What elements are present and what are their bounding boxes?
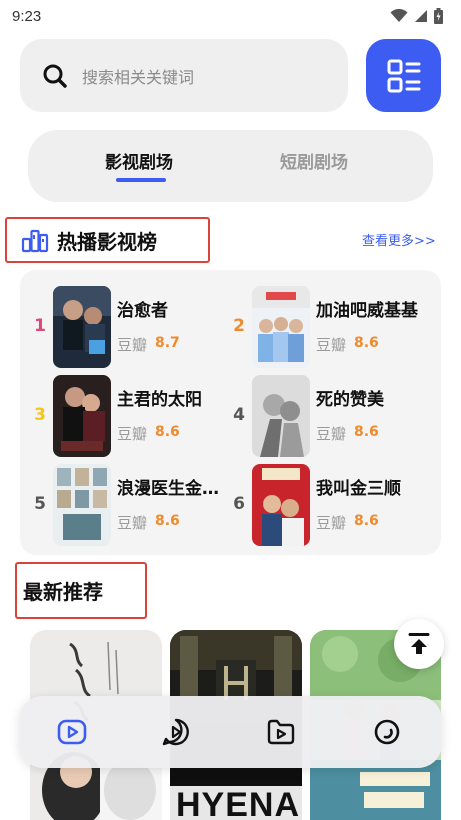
tab-active-indicator xyxy=(116,178,166,182)
status-icons xyxy=(390,8,443,24)
search-input[interactable]: 搜索相关关键词 xyxy=(20,39,348,112)
video-icon xyxy=(57,719,87,745)
category-menu-button[interactable] xyxy=(366,39,441,112)
bottom-navigation xyxy=(19,696,442,768)
rank-title: 浪漫医生金师傅 xyxy=(117,479,235,499)
rank-score: 8.7 xyxy=(155,335,180,351)
see-more-link[interactable]: 查看更多>> xyxy=(362,230,436,249)
ranking-item[interactable]: 4 死的赞美 豆瓣 8.6 xyxy=(227,375,427,457)
rank-number: 4 xyxy=(233,405,245,425)
tab-short-drama-theater[interactable]: 短剧剧场 xyxy=(280,148,348,173)
rank-number: 1 xyxy=(34,316,46,336)
circle-icon xyxy=(374,719,400,745)
play-bubble-icon xyxy=(162,718,189,746)
arrow-up-to-top-icon xyxy=(408,633,430,654)
rank-source: 豆瓣 xyxy=(316,514,347,532)
poster-image xyxy=(53,286,111,368)
poster-image xyxy=(53,375,111,457)
chart-bars-icon xyxy=(21,229,49,253)
ranking-item[interactable]: 3 主君的太阳 豆瓣 8.6 xyxy=(28,375,228,457)
rank-source: 豆瓣 xyxy=(117,514,148,532)
rank-number: 3 xyxy=(34,405,46,425)
latest-recommend-title: 最新推荐 xyxy=(23,580,103,604)
nav-library[interactable] xyxy=(263,714,299,750)
rank-source: 豆瓣 xyxy=(117,336,148,354)
rank-source: 豆瓣 xyxy=(316,336,347,354)
rank-score: 8.6 xyxy=(155,513,180,529)
rank-title: 死的赞美 xyxy=(316,390,384,410)
poster-title-text: HYENA xyxy=(176,786,301,820)
wifi-icon xyxy=(390,9,408,22)
ranking-item[interactable]: 5 浪漫医生金师傅 豆瓣 8.6 xyxy=(28,464,235,546)
rank-title: 治愈者 xyxy=(117,301,168,321)
ranking-item[interactable]: 1 治愈者 豆瓣 8.7 xyxy=(28,286,228,368)
search-icon xyxy=(43,64,67,88)
status-bar: 9:23 xyxy=(0,0,461,32)
rank-number: 5 xyxy=(34,494,46,514)
search-placeholder: 搜索相关关键词 xyxy=(82,67,195,87)
rank-score: 8.6 xyxy=(354,424,379,440)
hot-ranking-list: 1 治愈者 豆瓣 8.7 2 加油吧威基基 豆瓣 8.6 3 主君的太阳 豆瓣 … xyxy=(20,270,441,555)
ranking-item[interactable]: 6 我叫金三顺 豆瓣 8.6 xyxy=(227,464,427,546)
rank-source: 豆瓣 xyxy=(117,425,148,443)
grid-list-icon xyxy=(387,59,420,92)
back-to-top-button[interactable] xyxy=(394,619,444,669)
rank-source: 豆瓣 xyxy=(316,425,347,443)
ranking-item[interactable]: 2 加油吧威基基 豆瓣 8.6 xyxy=(227,286,427,368)
battery-icon xyxy=(434,8,443,24)
nav-home[interactable] xyxy=(54,714,90,750)
poster-image xyxy=(53,464,111,546)
rank-title: 加油吧威基基 xyxy=(316,301,418,321)
poster-image xyxy=(252,464,310,546)
hot-ranking-title: 热播影视榜 xyxy=(57,229,157,254)
nav-short-drama[interactable] xyxy=(158,714,194,750)
rank-number: 6 xyxy=(233,494,245,514)
theater-tabs: 影视剧场 短剧剧场 xyxy=(28,130,433,202)
rank-score: 8.6 xyxy=(354,513,379,529)
rank-number: 2 xyxy=(233,316,245,336)
tab-film-theater[interactable]: 影视剧场 xyxy=(105,148,173,173)
rank-title: 我叫金三顺 xyxy=(316,479,401,499)
poster-image xyxy=(252,375,310,457)
folder-play-icon xyxy=(267,719,295,745)
rank-title: 主君的太阳 xyxy=(117,390,202,410)
status-time: 9:23 xyxy=(12,7,42,25)
latest-recommend-header: 最新推荐 xyxy=(15,562,147,619)
poster-image xyxy=(252,286,310,368)
rank-score: 8.6 xyxy=(155,424,180,440)
signal-icon xyxy=(415,10,427,22)
hot-ranking-header: 热播影视榜 xyxy=(5,217,210,263)
rank-score: 8.6 xyxy=(354,335,379,351)
nav-profile[interactable] xyxy=(369,714,405,750)
